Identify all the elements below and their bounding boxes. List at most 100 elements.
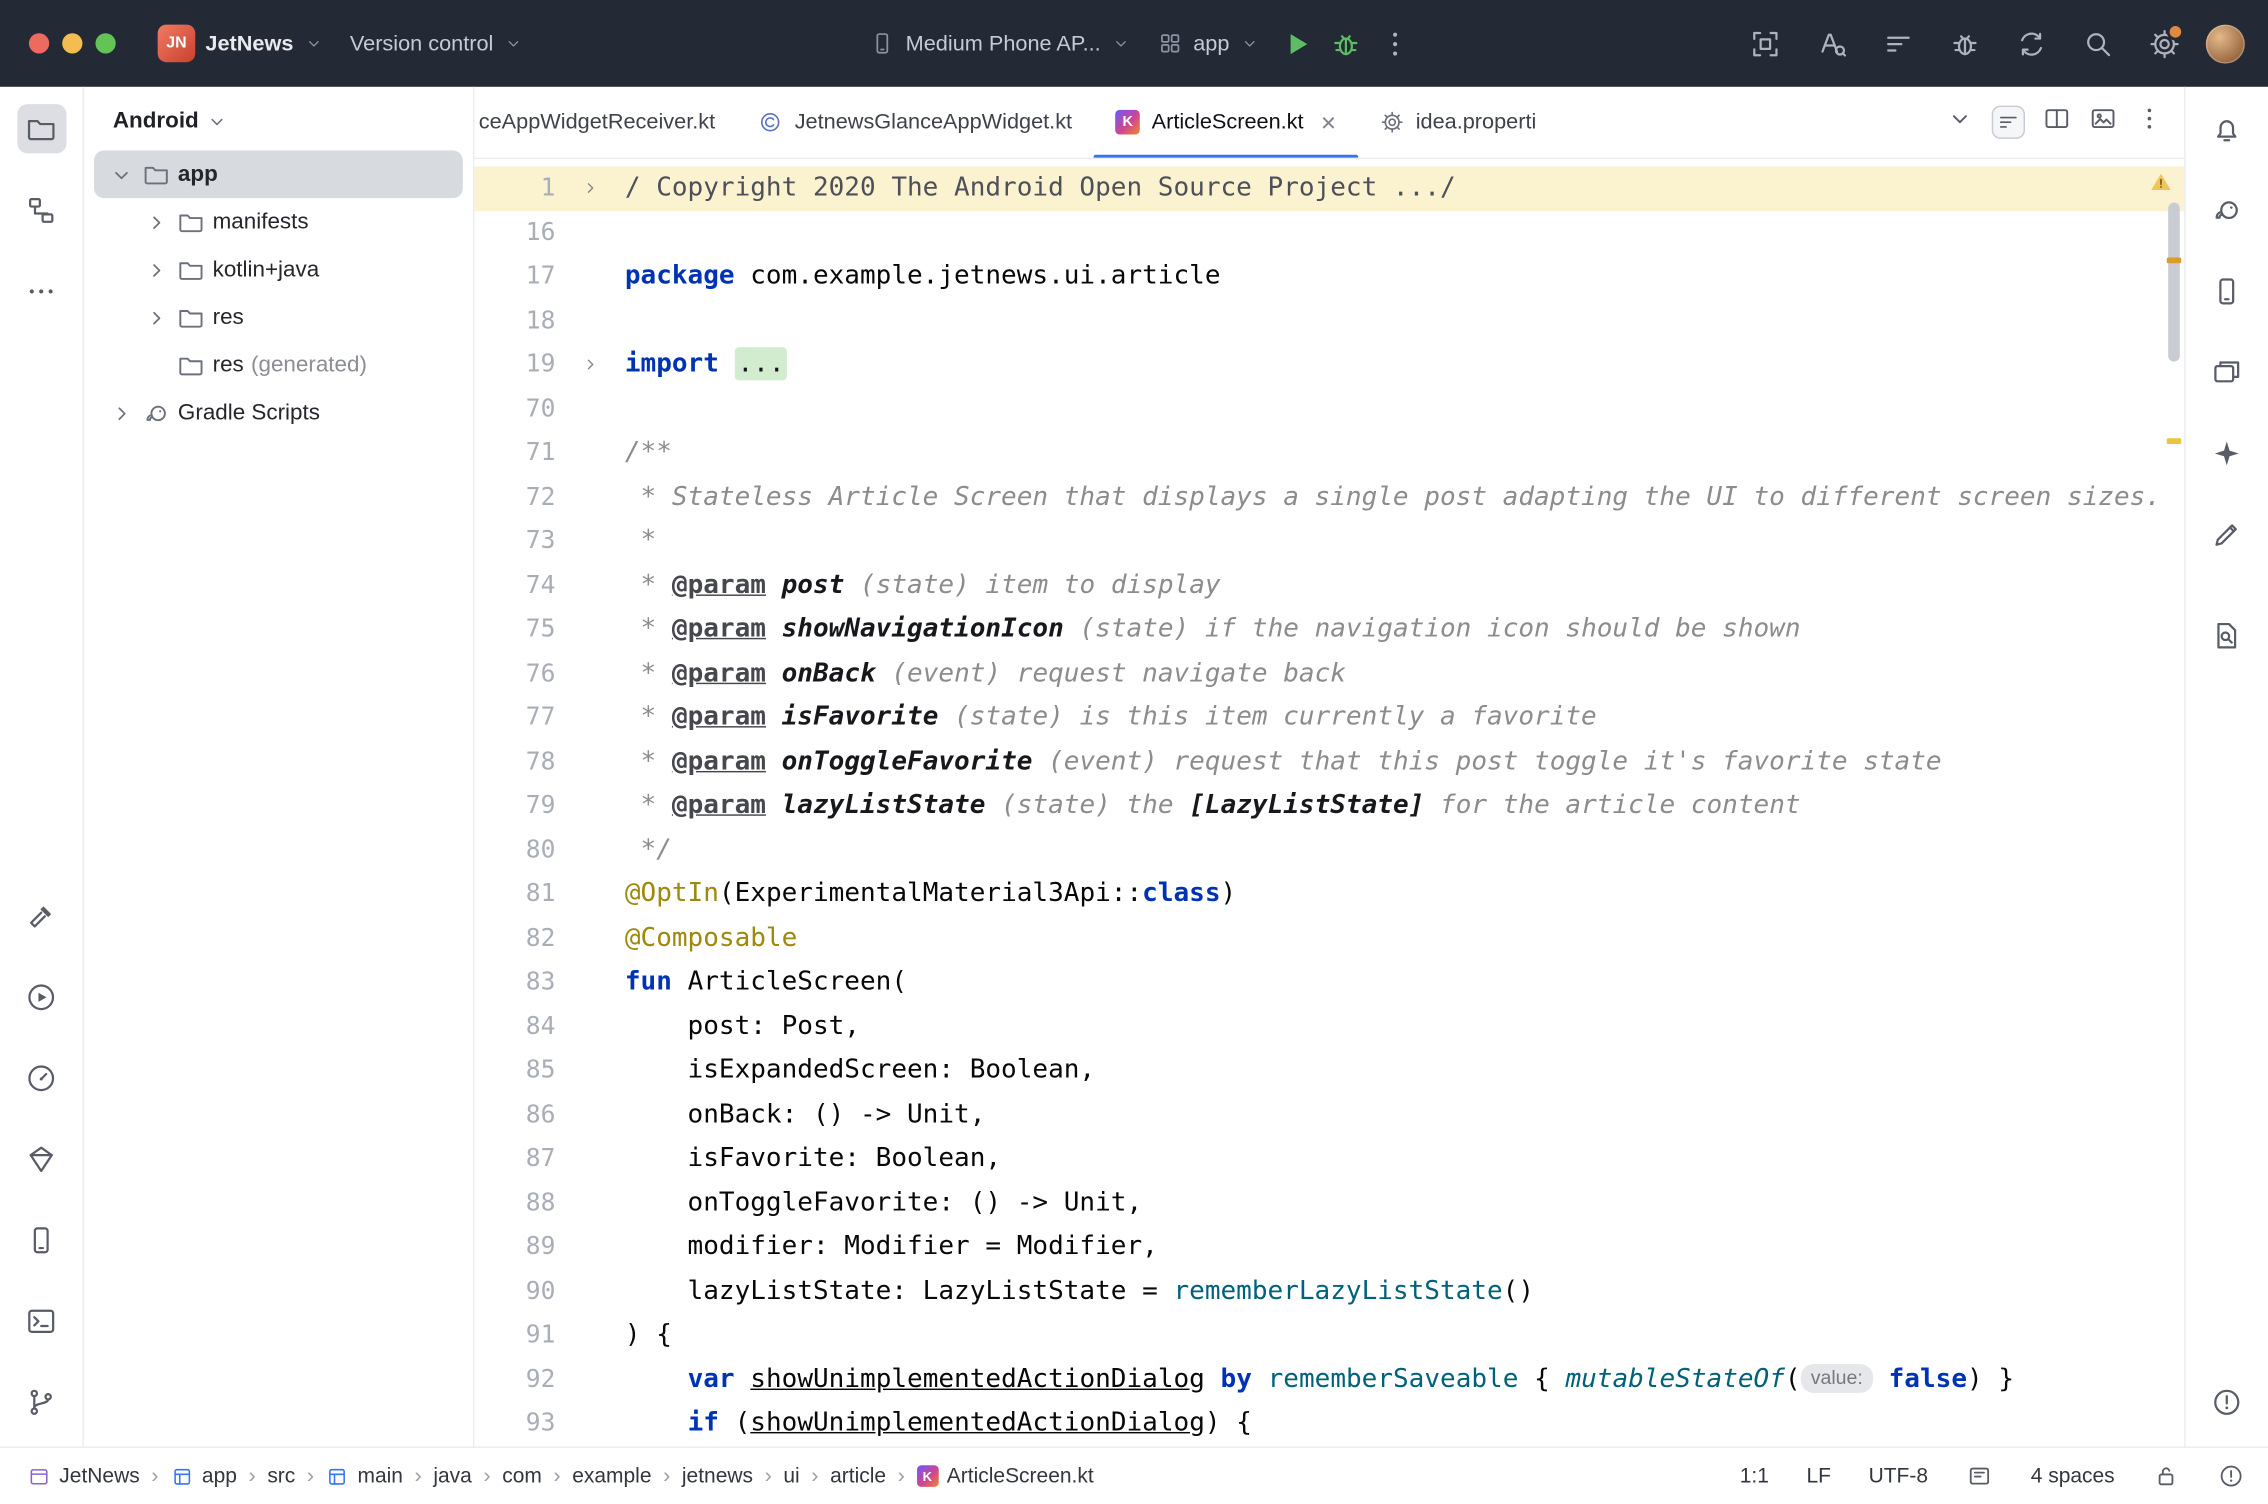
code-text: fun ArticleScreen( <box>625 960 907 1004</box>
line-separator-widget[interactable]: LF <box>1806 1465 1830 1488</box>
breadcrumb-main[interactable]: main <box>321 1462 407 1491</box>
breadcrumb-label: article <box>830 1465 886 1488</box>
fold-toggle[interactable] <box>555 166 624 210</box>
more-tool-windows-button[interactable] <box>17 266 66 315</box>
tab-articlescreen-kt[interactable]: KArticleScreen.kt× <box>1094 87 1358 158</box>
breadcrumb-app[interactable]: app <box>166 1462 242 1491</box>
breadcrumb-ui[interactable]: ui <box>779 1462 804 1491</box>
highlighting-level-widget[interactable] <box>2217 1462 2244 1489</box>
chevron-right-icon <box>143 257 169 283</box>
breadcrumb-label: src <box>267 1465 295 1488</box>
run-config-label: app <box>1193 31 1229 56</box>
profiler-button[interactable] <box>17 1053 66 1102</box>
breadcrumb-example[interactable]: example <box>568 1462 656 1491</box>
structure-button[interactable] <box>17 185 66 234</box>
run-configuration-selector[interactable]: app <box>1144 23 1273 64</box>
tab-list-button[interactable] <box>1992 106 2025 139</box>
search-everywhere-button[interactable] <box>2073 19 2122 68</box>
device-explorer-button[interactable] <box>2202 266 2251 315</box>
module-icon <box>170 1465 193 1488</box>
zoom-window-button[interactable] <box>95 33 115 53</box>
project-button[interactable] <box>17 104 66 153</box>
tab-idea-properti[interactable]: idea.properti <box>1358 87 1558 158</box>
notifications-button[interactable] <box>2202 104 2251 153</box>
project-switcher[interactable]: JN JetNews <box>145 17 337 69</box>
split-editor-button[interactable] <box>2042 104 2071 140</box>
tree-item-res[interactable]: res <box>94 294 463 342</box>
line-number: 1 <box>474 166 555 210</box>
fold-collapsed-icon <box>580 178 600 198</box>
breadcrumb-label: jetnews <box>682 1465 753 1488</box>
close-tab-icon[interactable]: × <box>1321 109 1336 135</box>
fold-toggle[interactable] <box>555 343 624 387</box>
run-button[interactable] <box>17 972 66 1021</box>
code-text: * @param showNavigationIcon (state) if t… <box>625 608 1801 652</box>
settings-button[interactable] <box>2139 19 2188 68</box>
code-line: 73 * <box>474 519 2184 563</box>
right-tool-stripe <box>2184 87 2268 1447</box>
code-editor[interactable]: 1/ Copyright 2020 The Android Open Sourc… <box>474 159 2184 1446</box>
ai-assist-button[interactable] <box>2202 509 2251 558</box>
code-text: * @param post (state) item to display <box>625 563 1221 607</box>
code-line: 71/** <box>474 431 2184 475</box>
tree-item-kotlin-java[interactable]: kotlin+java <box>94 246 463 294</box>
editor-scrollbar-thumb[interactable] <box>2168 203 2180 362</box>
tab-ceappwidgetreceiver-kt[interactable]: ceAppWidgetReceiver.kt <box>474 87 736 158</box>
breadcrumb-jetnews[interactable]: JetNews <box>23 1462 144 1491</box>
device-mirroring-button[interactable] <box>1740 19 1789 68</box>
file-writable-widget[interactable] <box>2152 1462 2179 1489</box>
problems-button[interactable] <box>2202 1377 2251 1426</box>
status-bar: JetNews›app›src›main›java›com›example›je… <box>0 1446 2268 1504</box>
project-view-selector[interactable]: Android <box>84 95 473 150</box>
run-button[interactable] <box>1273 19 1322 68</box>
find-in-files-button[interactable] <box>2202 610 2251 659</box>
build-button[interactable] <box>17 891 66 940</box>
indent-widget[interactable]: 4 spaces <box>2031 1465 2115 1488</box>
app-quality-insights-button[interactable] <box>17 1134 66 1183</box>
hidden-tabs-button[interactable] <box>1945 104 1974 140</box>
debug-button[interactable] <box>1322 19 1371 68</box>
gemini-button[interactable] <box>2202 428 2251 477</box>
breadcrumb-separator-icon: › <box>304 1464 317 1489</box>
chevron-down-icon <box>504 33 524 53</box>
version-control-button[interactable] <box>17 1377 66 1426</box>
editor-mode-widget[interactable] <box>1966 1462 1993 1489</box>
gradle-sync-button[interactable] <box>2006 19 2055 68</box>
tree-item-gradle-scripts[interactable]: Gradle Scripts <box>94 389 463 437</box>
code-text: */ <box>625 828 672 872</box>
tab-options-button[interactable] <box>2135 104 2164 140</box>
breadcrumb-jetnews[interactable]: jetnews <box>678 1462 758 1491</box>
breadcrumb-com[interactable]: com <box>498 1462 546 1491</box>
code-text: * @param onToggleFavorite (event) reques… <box>625 740 1942 784</box>
breadcrumb-src[interactable]: src <box>263 1462 300 1491</box>
user-avatar[interactable] <box>2206 24 2245 63</box>
fold-column <box>555 1181 624 1225</box>
ui-preview-button[interactable] <box>2089 104 2118 140</box>
breadcrumb-articlescreen-kt[interactable]: KArticleScreen.kt <box>912 1462 1098 1491</box>
apk-analyzer-button[interactable] <box>1940 19 1989 68</box>
build-menu-icon <box>1881 27 1914 60</box>
code-inspection-button[interactable] <box>1807 19 1856 68</box>
tree-item-res[interactable]: res (generated) <box>94 341 463 389</box>
breadcrumb-java[interactable]: java <box>429 1462 476 1491</box>
inspection-warning-icon[interactable] <box>2148 169 2174 195</box>
tree-item-app[interactable]: app <box>94 150 463 198</box>
terminal-button[interactable] <box>17 1296 66 1345</box>
gradle-button[interactable] <box>2202 185 2251 234</box>
build-menu-button[interactable] <box>1873 19 1922 68</box>
line-number: 93 <box>474 1402 555 1446</box>
chevron-right-icon <box>108 400 134 426</box>
caret-position-widget[interactable]: 1:1 <box>1740 1465 1769 1488</box>
tab-jetnewsglanceappwidget-kt[interactable]: JetnewsGlanceAppWidget.kt <box>737 87 1094 158</box>
close-window-button[interactable] <box>29 33 49 53</box>
version-control-menu[interactable]: Version control <box>337 24 537 63</box>
minimize-window-button[interactable] <box>62 33 82 53</box>
breadcrumb-article[interactable]: article <box>826 1462 891 1491</box>
running-devices-button[interactable] <box>2202 347 2251 396</box>
device-manager-button[interactable] <box>17 1215 66 1264</box>
tree-item-manifests[interactable]: manifests <box>94 198 463 246</box>
device-selector[interactable]: Medium Phone AP... <box>856 23 1144 64</box>
more-run-actions-button[interactable] <box>1371 19 1420 68</box>
device-manager-icon <box>25 1223 58 1256</box>
file-encoding-widget[interactable]: UTF-8 <box>1869 1465 1928 1488</box>
